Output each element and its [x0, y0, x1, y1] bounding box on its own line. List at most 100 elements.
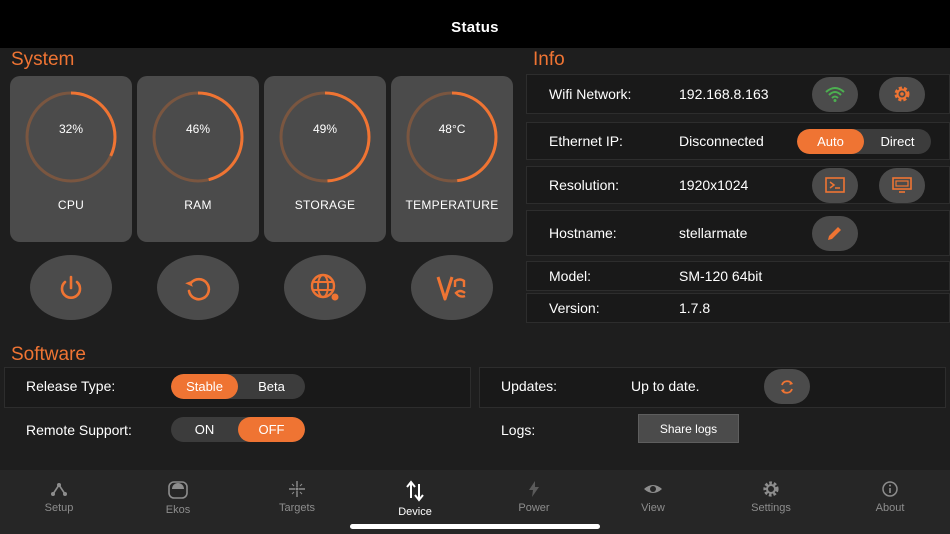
setup-icon: [51, 483, 67, 496]
resolution-label: Resolution:: [549, 177, 620, 193]
storage-gauge: [279, 91, 371, 183]
model-label: Model:: [549, 268, 592, 284]
content-area: System 32% CPU 46% RAM 49% STORAGE 48°C …: [0, 48, 950, 470]
version-label: Version:: [549, 300, 600, 316]
wifi-icon: [825, 87, 845, 102]
network-settings-button[interactable]: [879, 76, 925, 112]
ram-gauge: [152, 91, 244, 183]
check-updates-button[interactable]: [764, 369, 810, 404]
remote-support-label: Remote Support:: [26, 422, 132, 438]
hostname-value: stellarmate: [679, 225, 748, 241]
temperature-value: 48°C: [438, 122, 466, 136]
vnc-icon: [436, 276, 466, 300]
tab-device-label: Device: [398, 506, 432, 518]
cpu-gauge-card: 32% CPU: [10, 76, 132, 242]
wifi-value: 192.168.8.163: [679, 86, 769, 102]
version-row: Version: 1.7.8: [526, 293, 950, 323]
ekos-icon: [168, 481, 188, 499]
vnc-button[interactable]: [411, 255, 493, 320]
ram-gauge-card: 46% RAM: [137, 76, 259, 242]
gear-icon: [894, 86, 910, 102]
ethernet-direct-option[interactable]: Direct: [864, 129, 931, 154]
tab-ekos-label: Ekos: [165, 504, 191, 516]
wifi-row: Wifi Network: 192.168.8.163: [526, 74, 950, 114]
cpu-gauge: [25, 91, 117, 183]
info-icon: [882, 481, 898, 497]
resolution-row: Resolution: 1920x1024: [526, 166, 950, 204]
display-button[interactable]: [879, 167, 925, 203]
tab-setup[interactable]: Setup: [0, 470, 118, 522]
ethernet-value: Disconnected: [679, 133, 764, 149]
temperature-label: TEMPERATURE: [405, 198, 499, 212]
edit-hostname-button[interactable]: [812, 215, 858, 251]
ethernet-mode-toggle: Auto Direct: [797, 129, 931, 154]
tab-device[interactable]: Device: [356, 470, 474, 522]
ram-label: RAM: [184, 198, 212, 212]
display-icon: [892, 177, 912, 193]
tab-targets-label: Targets: [278, 502, 316, 514]
globe-icon: [310, 273, 339, 300]
pencil-icon: [828, 227, 841, 240]
storage-label: STORAGE: [294, 198, 356, 212]
system-section-title: System: [11, 49, 75, 70]
storage-gauge-card: 49% STORAGE: [264, 76, 386, 242]
updates-status: Up to date.: [631, 378, 700, 394]
cpu-value: 32%: [58, 122, 84, 136]
tab-power-label: Power: [518, 502, 550, 514]
model-value: SM-120 64bit: [679, 268, 763, 284]
storage-value: 49%: [312, 122, 338, 136]
version-value: 1.7.8: [679, 300, 711, 316]
tab-setup-label: Setup: [44, 502, 74, 514]
tab-view-label: View: [641, 502, 665, 514]
updates-label: Updates:: [501, 378, 558, 394]
remote-off-option[interactable]: OFF: [238, 417, 305, 442]
tab-about-label: About: [875, 502, 905, 514]
ram-value: 46%: [185, 122, 211, 136]
web-button[interactable]: [284, 255, 366, 320]
power-icon: [60, 275, 82, 299]
page-title: Status: [451, 18, 499, 36]
cpu-label: CPU: [57, 198, 85, 212]
tab-targets[interactable]: Targets: [238, 470, 356, 522]
home-indicator: [350, 524, 600, 529]
screen-resize-icon: [825, 177, 845, 193]
power-bolt-icon: [529, 481, 539, 497]
tab-ekos[interactable]: Ekos: [119, 470, 237, 522]
hostname-row: Hostname: stellarmate: [526, 210, 950, 256]
info-section-title: Info: [533, 49, 565, 70]
top-bar: Status: [0, 0, 950, 48]
targets-icon: [289, 481, 305, 497]
logs-label: Logs:: [501, 422, 536, 438]
release-beta-option[interactable]: Beta: [238, 374, 305, 399]
device-icon: [406, 480, 424, 502]
hostname-label: Hostname:: [549, 225, 617, 241]
restart-icon: [185, 277, 211, 300]
tab-about[interactable]: About: [831, 470, 949, 522]
refresh-icon: [781, 379, 793, 394]
software-section-title: Software: [11, 344, 86, 365]
restart-button[interactable]: [157, 255, 239, 320]
release-stable-option[interactable]: Stable: [171, 374, 238, 399]
resolution-value: 1920x1024: [679, 177, 749, 193]
wifi-button[interactable]: [812, 76, 858, 112]
eye-icon: [644, 485, 662, 493]
release-type-toggle: Stable Beta: [171, 374, 305, 399]
tab-settings-label: Settings: [751, 502, 791, 514]
tab-view[interactable]: View: [594, 470, 712, 522]
share-logs-button[interactable]: Share logs: [638, 414, 739, 443]
ethernet-label: Ethernet IP:: [549, 133, 623, 149]
power-button[interactable]: [30, 255, 112, 320]
temperature-gauge: [406, 91, 498, 183]
ethernet-row: Ethernet IP: Disconnected Auto Direct: [526, 122, 950, 160]
screen-resolution-button[interactable]: [812, 167, 858, 203]
remote-on-option[interactable]: ON: [171, 417, 238, 442]
ethernet-auto-option[interactable]: Auto: [797, 129, 864, 154]
gear-icon: [763, 481, 779, 497]
model-row: Model: SM-120 64bit: [526, 261, 950, 291]
remote-support-toggle: ON OFF: [171, 417, 305, 442]
tab-power[interactable]: Power: [475, 470, 593, 522]
temperature-gauge-card: 48°C TEMPERATURE: [391, 76, 513, 242]
wifi-label: Wifi Network:: [549, 86, 632, 102]
tab-settings[interactable]: Settings: [712, 470, 830, 522]
release-type-label: Release Type:: [26, 378, 116, 394]
